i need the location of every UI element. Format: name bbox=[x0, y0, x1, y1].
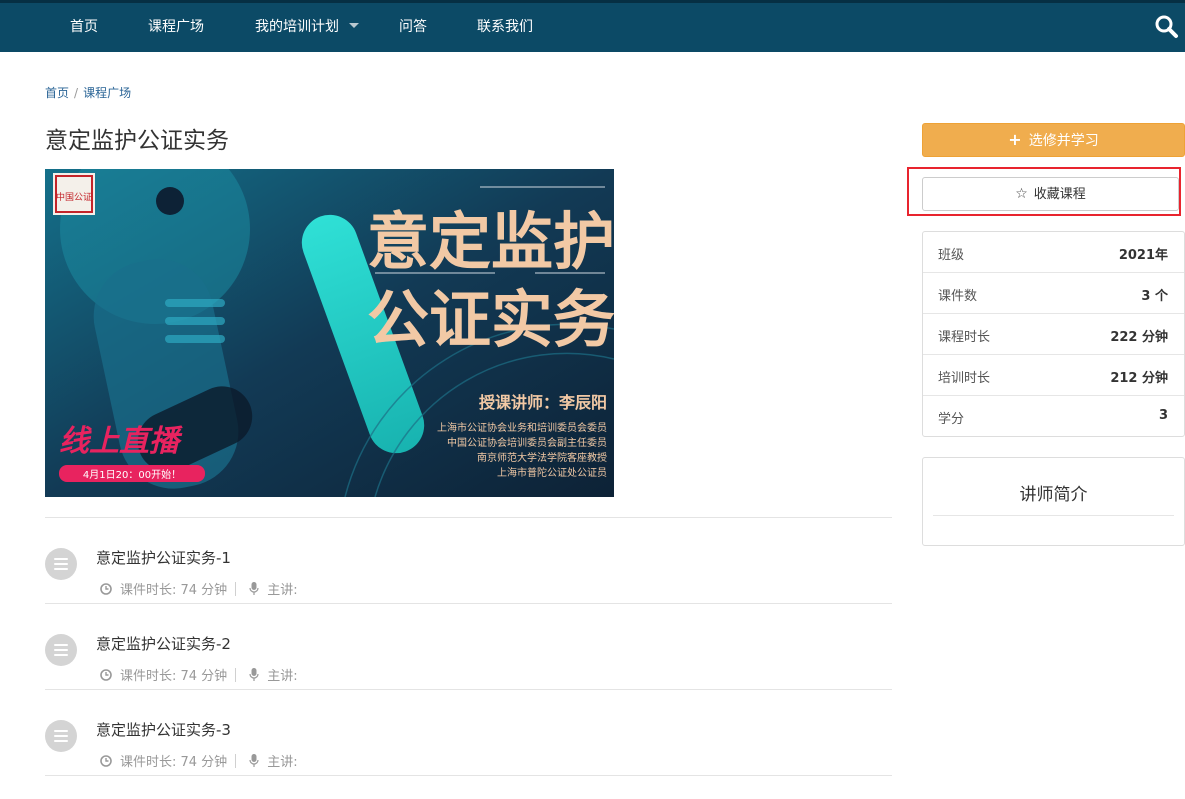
cover-bio-2: 中国公证协会培训委员会副主任委员 bbox=[447, 436, 607, 449]
info-label: 学分 bbox=[938, 412, 965, 427]
list-icon bbox=[45, 548, 77, 580]
clock-icon bbox=[100, 582, 112, 595]
cover-lecturer: 授课讲师：李辰阳 bbox=[479, 393, 607, 412]
nav-my-training-plan-label: 我的培训计划 bbox=[255, 19, 339, 35]
list-icon bbox=[45, 634, 77, 666]
info-row-training-duration: 培训时长 212 分钟 bbox=[923, 355, 1184, 396]
info-value: 3 bbox=[1158, 408, 1168, 423]
top-navbar: 首页 课程广场 我的培训计划 问答 联系我们 bbox=[0, 0, 1185, 52]
favorite-label: 收藏课程 bbox=[1033, 187, 1086, 202]
breadcrumb-home[interactable]: 首页 bbox=[45, 86, 69, 100]
microphone-icon bbox=[249, 668, 259, 681]
lesson-title[interactable]: 意定监护公证实务-3 bbox=[96, 719, 231, 740]
cover-headline-2: 公证实务 bbox=[367, 283, 614, 356]
meta-divider bbox=[235, 581, 237, 596]
favorite-course-button[interactable]: ☆ 收藏课程 bbox=[922, 177, 1179, 211]
cover-seal-text: 中国公证 bbox=[56, 191, 92, 203]
enroll-and-study-button[interactable]: + 选修并学习 bbox=[922, 123, 1185, 157]
nav-qa[interactable]: 问答 bbox=[399, 3, 427, 52]
course-info-table: 班级 2021年 课件数 3 个 课程时长 222 分钟 培训时长 212 分钟… bbox=[922, 231, 1185, 437]
lesson-item-3[interactable]: 意定监护公证实务-3 课件时长: 74 分钟 主讲: bbox=[45, 690, 892, 776]
lesson-speaker: 主讲: bbox=[267, 755, 298, 770]
lesson-item-1[interactable]: 意定监护公证实务-1 课件时长: 74 分钟 主讲: bbox=[45, 518, 892, 604]
meta-divider bbox=[235, 667, 237, 682]
info-value: 2021年 bbox=[1118, 248, 1168, 263]
lesson-speaker: 主讲: bbox=[267, 669, 298, 684]
nav-course-square[interactable]: 课程广场 bbox=[148, 3, 204, 52]
nav-contact-us[interactable]: 联系我们 bbox=[477, 3, 533, 52]
teacher-intro-title: 讲师简介 bbox=[1019, 485, 1088, 505]
teacher-intro-panel: 讲师简介 bbox=[922, 457, 1185, 546]
lesson-title[interactable]: 意定监护公证实务-1 bbox=[96, 547, 231, 568]
cover-bio-3: 南京师范大学法学院客座教授 bbox=[477, 451, 607, 464]
cover-headline-1: 意定监护 bbox=[367, 205, 614, 278]
lesson-meta: 课件时长: 74 分钟 主讲: bbox=[100, 579, 298, 598]
info-row-credits: 学分 3 bbox=[923, 396, 1184, 437]
cover-bio-4: 上海市普陀公证处公证员 bbox=[497, 466, 607, 479]
info-row-courseware-count: 课件数 3 个 bbox=[923, 273, 1184, 314]
info-value: 222 分钟 bbox=[1110, 330, 1168, 345]
microphone-icon bbox=[249, 582, 259, 595]
panel-divider bbox=[933, 515, 1174, 516]
breadcrumb-course-square[interactable]: 课程广场 bbox=[83, 86, 131, 100]
clock-icon bbox=[100, 668, 112, 681]
cover-live-label: 线上直播 bbox=[59, 424, 183, 459]
info-value: 3 个 bbox=[1141, 289, 1168, 304]
breadcrumb: 首页 / 课程广场 bbox=[45, 84, 131, 101]
lesson-meta: 课件时长: 74 分钟 主讲: bbox=[100, 665, 298, 684]
info-label: 课件数 bbox=[938, 289, 978, 304]
microphone-icon bbox=[249, 754, 259, 767]
cover-live-time: 4月1日20：00开始！ bbox=[83, 468, 181, 481]
info-label: 课程时长 bbox=[938, 330, 991, 345]
clock-icon bbox=[100, 754, 112, 767]
info-row-class: 班级 2021年 bbox=[923, 232, 1184, 273]
lesson-meta: 课件时长: 74 分钟 主讲: bbox=[100, 751, 298, 770]
list-icon bbox=[45, 720, 77, 752]
search-icon[interactable] bbox=[1154, 14, 1180, 40]
meta-divider bbox=[235, 753, 237, 768]
lesson-duration: 课件时长: 74 分钟 bbox=[120, 755, 228, 770]
lesson-item-2[interactable]: 意定监护公证实务-2 课件时长: 74 分钟 主讲: bbox=[45, 604, 892, 690]
chevron-down-icon bbox=[349, 22, 359, 28]
enroll-label: 选修并学习 bbox=[1028, 133, 1099, 149]
lesson-title[interactable]: 意定监护公证实务-2 bbox=[96, 633, 231, 654]
cover-bio-1: 上海市公证协会业务和培训委员会委员 bbox=[437, 421, 607, 434]
nav-home[interactable]: 首页 bbox=[70, 3, 98, 52]
page-title: 意定监护公证实务 bbox=[45, 128, 229, 154]
star-outline-icon: ☆ bbox=[1015, 186, 1028, 202]
info-label: 班级 bbox=[938, 248, 965, 263]
plus-icon: + bbox=[1008, 130, 1022, 149]
info-value: 212 分钟 bbox=[1110, 371, 1168, 386]
lesson-duration: 课件时长: 74 分钟 bbox=[120, 669, 228, 684]
lesson-duration: 课件时长: 74 分钟 bbox=[120, 583, 228, 598]
breadcrumb-separator: / bbox=[74, 86, 79, 100]
lesson-speaker: 主讲: bbox=[267, 583, 298, 598]
info-label: 培训时长 bbox=[938, 371, 991, 386]
nav-my-training-plan[interactable]: 我的培训计划 bbox=[255, 3, 359, 52]
info-row-course-duration: 课程时长 222 分钟 bbox=[923, 314, 1184, 355]
course-cover-image: 中国公证 意定监护 公证实务 授课讲师：李辰阳 上海市公证协会业务和培训委员会委… bbox=[45, 169, 614, 497]
